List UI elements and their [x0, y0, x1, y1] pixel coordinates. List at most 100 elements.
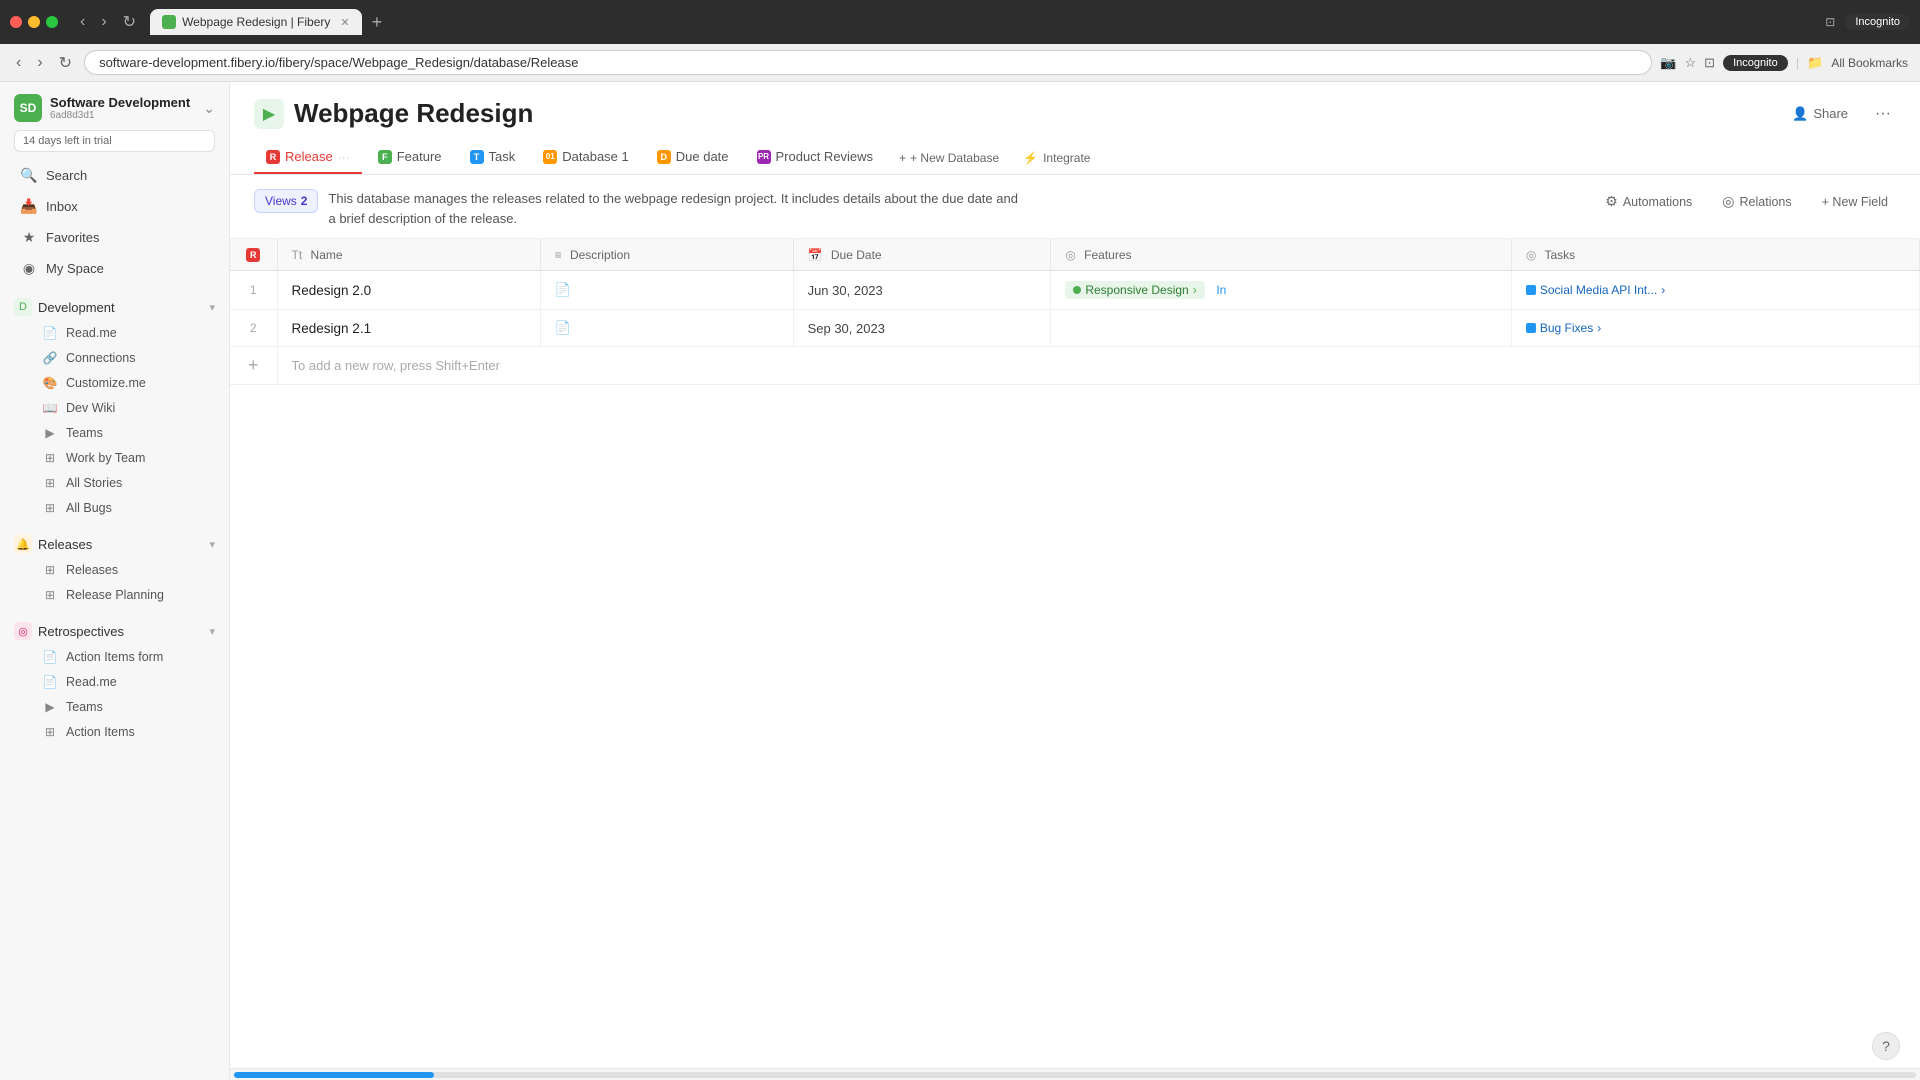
teams-label: Teams — [66, 426, 103, 440]
sidebar-item-favorites[interactable]: ★ Favorites — [6, 223, 223, 252]
active-tab[interactable]: Webpage Redesign | Fibery ✕ — [150, 9, 362, 35]
addr-back[interactable]: ‹ — [12, 52, 25, 74]
retro-teams-label: Teams — [66, 700, 103, 714]
add-row-hint-cell[interactable]: To add a new row, press Shift+Enter — [277, 347, 1919, 385]
tab-title: Webpage Redesign | Fibery — [182, 15, 330, 29]
add-row-button[interactable]: + — [244, 355, 263, 376]
bookmarks-icon: 📁 — [1807, 55, 1823, 71]
new-field-button[interactable]: + New Field — [1814, 191, 1896, 213]
sidebar-item-search[interactable]: 🔍 Search — [6, 161, 223, 190]
share-label: Share — [1813, 106, 1848, 121]
page-title: Webpage Redesign — [294, 98, 533, 129]
row-1-name[interactable]: Redesign 2.0 — [277, 271, 540, 310]
task-tag-bugfixes[interactable]: Bug Fixes › — [1526, 321, 1601, 335]
section-retrospectives-header[interactable]: ◎ Retrospectives ▾ — [0, 616, 229, 644]
incognito-label: Incognito — [1723, 55, 1788, 71]
sidebar-item-inbox[interactable]: 📥 Inbox — [6, 192, 223, 221]
sidebar-item-devwiki[interactable]: 📖 Dev Wiki — [6, 396, 223, 420]
back-button[interactable]: ‹ — [74, 10, 91, 34]
refresh-button[interactable]: ↻ — [117, 10, 142, 34]
help-button[interactable]: ? — [1872, 1032, 1900, 1060]
app-layout: SD Software Development 6ad8d3d1 ⌄ 14 da… — [0, 82, 1920, 1080]
tab-productreviews[interactable]: PR Product Reviews — [745, 141, 886, 174]
workspace-info: SD Software Development 6ad8d3d1 — [14, 94, 190, 122]
tab-duedate[interactable]: D Due date — [645, 141, 741, 174]
releaseplanning-icon: ⊞ — [42, 588, 58, 602]
feature-tag-label: Responsive Design — [1085, 283, 1188, 297]
tab-database1[interactable]: 01 Database 1 — [531, 141, 641, 174]
sidebar-item-workbyteam[interactable]: ⊞ Work by Team — [6, 446, 223, 470]
scroll-track — [234, 1072, 1916, 1078]
minimize-window-button[interactable] — [28, 16, 40, 28]
sidebar-item-actionitems[interactable]: ⊞ Action Items — [6, 720, 223, 744]
workspace-icon: SD — [14, 94, 42, 122]
tab-more-icon: ··· — [338, 150, 350, 164]
tab-close-button[interactable]: ✕ — [340, 16, 349, 29]
maximize-window-button[interactable] — [46, 16, 58, 28]
views-badge[interactable]: Views 2 — [254, 189, 318, 213]
share-button[interactable]: 👤 Share — [1782, 101, 1858, 127]
tab-release-label: Release — [285, 149, 333, 164]
more-options-button[interactable]: ··· — [1870, 100, 1896, 128]
horizontal-scrollbar[interactable] — [230, 1068, 1920, 1080]
sidebar-item-myspace[interactable]: ◉ My Space — [6, 254, 223, 283]
page-icon-button[interactable]: ▶ — [254, 99, 284, 129]
tab-feature[interactable]: F Feature — [366, 141, 454, 174]
address-input[interactable] — [84, 50, 1652, 75]
section-development-header[interactable]: D Development ▾ — [0, 292, 229, 320]
sidebar-item-releaseplanning[interactable]: ⊞ Release Planning — [6, 583, 223, 607]
row-2-tasks[interactable]: Bug Fixes › — [1511, 310, 1919, 347]
browser-actions: ⊡ Incognito — [1825, 14, 1910, 30]
row-2-name[interactable]: Redesign 2.1 — [277, 310, 540, 347]
sidebar-item-allstories[interactable]: ⊞ All Stories — [6, 471, 223, 495]
addr-refresh[interactable]: ↻ — [55, 51, 76, 75]
relations-button[interactable]: ◎ Relations — [1714, 189, 1799, 214]
task-bugfix-label: Bug Fixes — [1540, 321, 1593, 335]
tab-release[interactable]: R Release ··· — [254, 141, 362, 174]
forward-button[interactable]: › — [95, 10, 112, 34]
workspace-chevron-button[interactable]: ⌄ — [203, 100, 215, 117]
description-file2-icon: 📄 — [555, 320, 571, 335]
section-releases-header[interactable]: 🔔 Releases ▾ — [0, 529, 229, 557]
task-tag-socialmedia[interactable]: Social Media API Int... › — [1526, 283, 1665, 297]
releases-sub-label: Releases — [66, 563, 118, 577]
feature-more-link[interactable]: In — [1216, 283, 1226, 297]
section-retrospectives: ◎ Retrospectives ▾ 📄 Action Items form 📄… — [0, 616, 229, 745]
sidebar-item-actionitemsform[interactable]: 📄 Action Items form — [6, 645, 223, 669]
actionitems-icon: ⊞ — [42, 725, 58, 739]
trial-badge: 14 days left in trial — [14, 130, 215, 152]
feature-tag-responsive[interactable]: Responsive Design › — [1065, 281, 1204, 299]
tab-favicon — [162, 15, 176, 29]
col-desc-icon: ≡ — [555, 248, 562, 262]
row-1-tasks[interactable]: Social Media API Int... › — [1511, 271, 1919, 310]
sidebar-item-releases[interactable]: ⊞ Releases — [6, 558, 223, 582]
sidebar-item-customize[interactable]: 🎨 Customize.me — [6, 371, 223, 395]
star-icon: ☆ — [1685, 55, 1697, 71]
sidebar-item-teams[interactable]: ▶ Teams — [6, 421, 223, 445]
row-1-duedate: Jun 30, 2023 — [793, 271, 1051, 310]
row-2-duedate: Sep 30, 2023 — [793, 310, 1051, 347]
row-1-description[interactable]: 📄 — [540, 271, 793, 310]
col-features-icon: ◎ — [1065, 248, 1075, 262]
add-row-hint: To add a new row, press Shift+Enter — [292, 358, 500, 373]
new-tab-button[interactable]: + — [366, 12, 389, 33]
add-row-btn-cell: + — [230, 347, 277, 385]
row-2-description[interactable]: 📄 — [540, 310, 793, 347]
tab-task[interactable]: T Task — [458, 141, 528, 174]
sidebar-item-connections[interactable]: 🔗 Connections — [6, 346, 223, 370]
description-bar: Views 2 This database manages the releas… — [230, 175, 1920, 239]
close-window-button[interactable] — [10, 16, 22, 28]
browser-action-icon: ⊡ — [1825, 15, 1835, 29]
sidebar-item-retro-teams[interactable]: ▶ Teams — [6, 695, 223, 719]
addr-forward[interactable]: › — [33, 52, 46, 74]
row-1-features[interactable]: Responsive Design › In — [1051, 271, 1512, 310]
devwiki-label: Dev Wiki — [66, 401, 115, 415]
new-database-button[interactable]: + + New Database — [889, 145, 1009, 171]
automations-button[interactable]: ⚙ Automations — [1597, 189, 1700, 214]
integrate-button[interactable]: ⚡ Integrate — [1013, 145, 1100, 171]
new-field-label: + New Field — [1822, 195, 1888, 209]
sidebar-item-readme[interactable]: 📄 Read.me — [6, 321, 223, 345]
sidebar-item-allbugs[interactable]: ⊞ All Bugs — [6, 496, 223, 520]
task-tag-label: Social Media API Int... — [1540, 283, 1657, 297]
sidebar-item-retro-readme[interactable]: 📄 Read.me — [6, 670, 223, 694]
